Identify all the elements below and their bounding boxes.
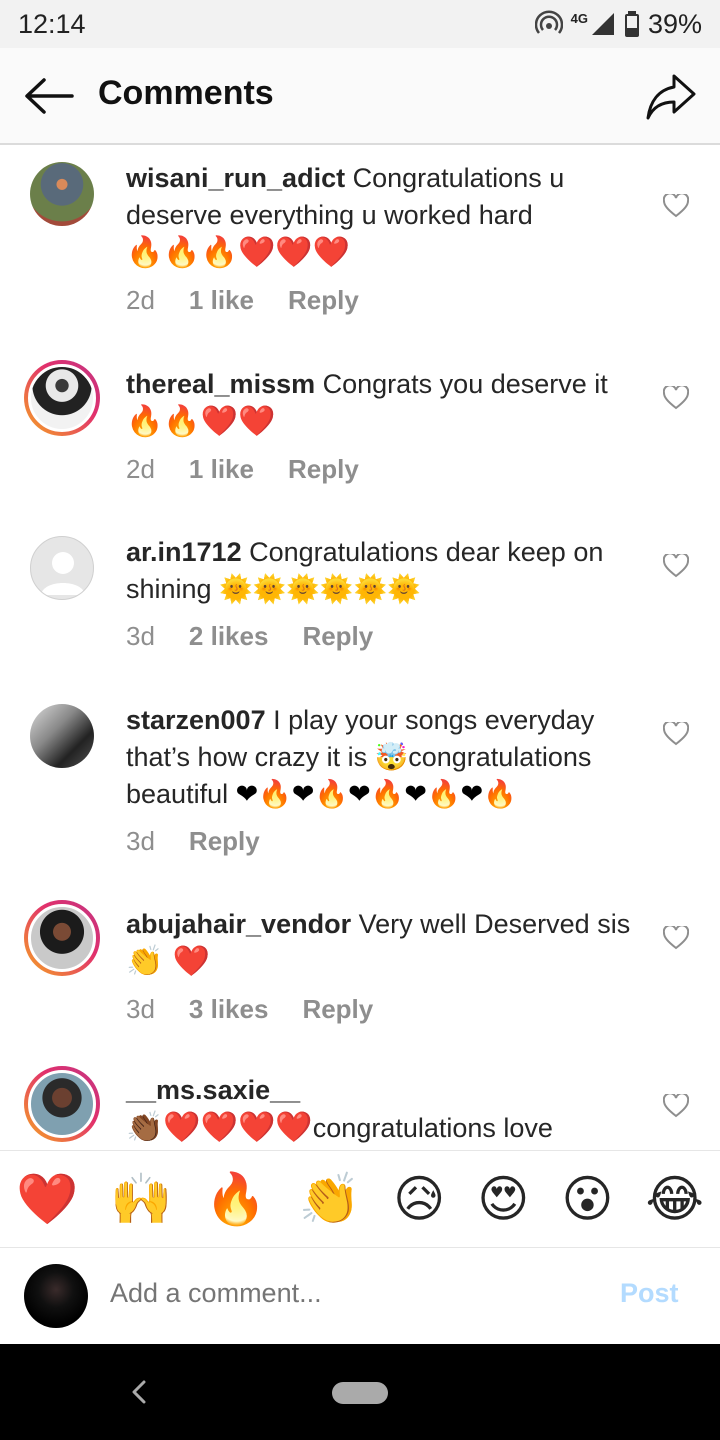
comment-likes[interactable]: 1 like [189, 282, 254, 319]
like-heart-icon[interactable] [663, 386, 689, 410]
current-user-avatar [24, 1264, 88, 1328]
comment-message: congratulations love [312, 1113, 553, 1143]
comment-text: starzen007 I play your songs everyday th… [126, 702, 634, 813]
signal-icon [591, 13, 614, 35]
battery-icon [624, 11, 639, 37]
back-arrow-icon[interactable] [22, 76, 74, 116]
comment-meta: 2d 1 like Reply [126, 451, 634, 488]
comment-input[interactable] [110, 1278, 590, 1309]
comment-composer: Post [0, 1248, 720, 1344]
avatar[interactable] [24, 1066, 100, 1142]
avatar[interactable] [30, 536, 94, 600]
share-icon[interactable] [644, 70, 698, 124]
comments-header: Comments [0, 48, 720, 145]
avatar[interactable] [24, 360, 100, 436]
comment-likes[interactable]: 3 likes [189, 991, 269, 1028]
comment-text: __ms.saxie__ 👏🏾❤️❤️❤️❤️congratulations lo… [126, 1072, 634, 1147]
comment-text: thereal_missm Congrats you deserve it 🔥🔥❤… [126, 366, 634, 441]
reaction-surprised[interactable]: 😮 [561, 1170, 613, 1228]
reaction-laughing[interactable]: 😂 [646, 1170, 704, 1228]
comment-username[interactable]: abujahair_vendor [126, 909, 351, 939]
comment-username[interactable]: ar.in1712 [126, 537, 242, 567]
comment-emojis: 👏🏾❤️❤️❤️❤️ [126, 1110, 313, 1145]
comment-text: wisani_run_adict Congratulations u deser… [126, 160, 634, 272]
avatar[interactable] [30, 704, 94, 768]
comment-message: Congrats you deserve it [322, 369, 608, 399]
reply-button[interactable]: Reply [288, 282, 359, 319]
comments-list[interactable]: wisani_run_adict Congratulations u deser… [0, 146, 720, 1150]
comment-text: abujahair_vendor Very well Deserved sis 👏… [126, 906, 634, 981]
reply-button[interactable]: Reply [302, 991, 373, 1028]
nav-back-icon[interactable] [128, 1376, 150, 1408]
comment-age: 2d [126, 454, 155, 484]
reply-button[interactable]: Reply [288, 451, 359, 488]
comment-emojis: 🌞🌞🌞🌞🌞🌞 [219, 574, 421, 605]
comment-age: 3d [126, 826, 155, 856]
nav-home-pill[interactable] [332, 1382, 388, 1404]
comment-meta: 2d 1 like Reply [126, 282, 634, 319]
avatar[interactable] [30, 162, 94, 226]
battery-level: 39% [647, 8, 702, 39]
system-nav-bar [0, 1344, 720, 1440]
status-icons: 4G 39% [534, 8, 702, 40]
comment-emoji: 🤯 [374, 742, 409, 773]
comment-username[interactable]: wisani_run_adict [126, 163, 345, 193]
comment-text: ar.in1712 Congratulations dear keep on s… [126, 534, 634, 608]
reaction-heart-eyes[interactable]: 😍 [477, 1170, 529, 1228]
reply-button[interactable]: Reply [189, 823, 260, 860]
comment-emojis: 🔥🔥❤️❤️ [126, 404, 276, 439]
reaction-heart[interactable]: ❤️ [16, 1170, 78, 1229]
comment-username[interactable]: thereal_missm [126, 369, 315, 399]
status-time: 12:14 [18, 8, 86, 39]
like-heart-icon[interactable] [663, 926, 689, 950]
page-title: Comments [98, 74, 274, 112]
comment-emojis: 👏 ❤️ [126, 944, 211, 979]
status-bar: 12:14 4G 39% [0, 0, 720, 48]
reply-button[interactable]: Reply [302, 618, 373, 655]
comment-emojis: ❤🔥❤🔥❤🔥❤🔥❤🔥 [235, 779, 517, 810]
reaction-raised-hands[interactable]: 🙌 [110, 1170, 172, 1229]
default-user-icon [41, 552, 85, 595]
comment-age: 3d [126, 994, 155, 1024]
comment-likes[interactable]: 2 likes [189, 618, 269, 655]
like-heart-icon[interactable] [663, 722, 689, 746]
like-heart-icon[interactable] [663, 194, 689, 218]
comment-age: 3d [126, 621, 155, 651]
comment-likes[interactable]: 1 like [189, 451, 254, 488]
network-label: 4G [570, 10, 588, 26]
comment-username[interactable]: starzen007 [126, 705, 266, 735]
comment-message: Very well Deserved sis [358, 909, 631, 939]
avatar[interactable] [24, 900, 100, 976]
like-heart-icon[interactable] [663, 1094, 689, 1118]
like-heart-icon[interactable] [663, 554, 689, 578]
comment-emojis: 🔥🔥🔥❤️❤️❤️ [126, 235, 351, 270]
comment-meta: 3d 3 likes Reply [126, 991, 634, 1028]
post-button[interactable]: Post [620, 1278, 679, 1309]
reaction-sad[interactable]: 😥 [393, 1170, 445, 1228]
comment-username[interactable]: __ms.saxie__ [126, 1075, 300, 1105]
quick-reactions-bar: ❤️ 🙌 🔥 👏 😥 😍 😮 😂 [0, 1150, 720, 1248]
reaction-fire[interactable]: 🔥 [205, 1170, 267, 1229]
reaction-clap[interactable]: 👏 [299, 1170, 361, 1229]
comment-meta: 3d Reply [126, 823, 634, 860]
comment-meta: 3d 2 likes Reply [126, 618, 634, 655]
hotspot-icon [534, 10, 563, 34]
comment-age: 2d [126, 285, 155, 315]
